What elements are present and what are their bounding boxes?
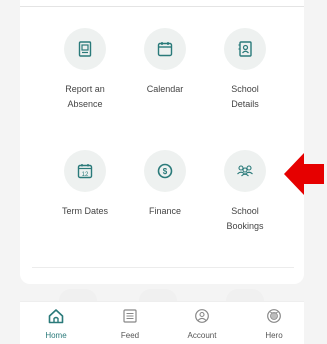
bottom-nav: Home Feed Account Hero (20, 301, 304, 344)
nav-hero[interactable]: Hero (246, 308, 302, 340)
school-details-icon (224, 28, 266, 70)
tile-label-school-bookings: School Bookings (226, 206, 264, 231)
nav-label-hero: Hero (265, 331, 283, 340)
nav-home[interactable]: Home (28, 308, 84, 340)
svg-text:12: 12 (82, 172, 89, 178)
tile-term-dates[interactable]: 12 Term Dates (40, 150, 130, 219)
calendar-icon (144, 28, 186, 70)
tile-report-absence[interactable]: Report an Absence (40, 28, 130, 112)
nav-label-home: Home (45, 331, 67, 340)
nav-label-account: Account (187, 331, 217, 340)
account-icon (195, 309, 209, 323)
bookings-icon (224, 150, 266, 192)
red-arrow-icon (282, 151, 326, 202)
absence-icon (64, 28, 106, 70)
term-dates-icon: 12 (64, 150, 106, 192)
partial-tile-circle (139, 289, 177, 301)
feed-icon (123, 309, 137, 323)
tile-school-details[interactable]: School Details (200, 28, 290, 112)
section-divider (32, 267, 294, 268)
partial-tile-circle (59, 289, 97, 301)
tile-label-report-absence: Report an Absence (65, 84, 105, 109)
partial-tile-circle (226, 289, 264, 301)
home-icon (48, 309, 64, 324)
tile-label-term-dates: Term Dates (61, 206, 108, 216)
svg-text:$: $ (163, 167, 168, 176)
tile-finance[interactable]: $ Finance (120, 150, 210, 219)
nav-label-feed: Feed (120, 331, 140, 340)
tile-label-calendar: Calendar (146, 84, 184, 94)
card-top-edge (20, 0, 304, 7)
hero-icon (267, 309, 281, 323)
nav-feed[interactable]: Feed (102, 308, 158, 340)
tile-calendar[interactable]: Calendar (120, 28, 210, 97)
tile-label-school-details: School Details (231, 84, 259, 109)
tile-label-finance: Finance (148, 206, 182, 216)
tile-school-bookings[interactable]: School Bookings (200, 150, 290, 234)
nav-account[interactable]: Account (174, 308, 230, 340)
finance-icon: $ (144, 150, 186, 192)
